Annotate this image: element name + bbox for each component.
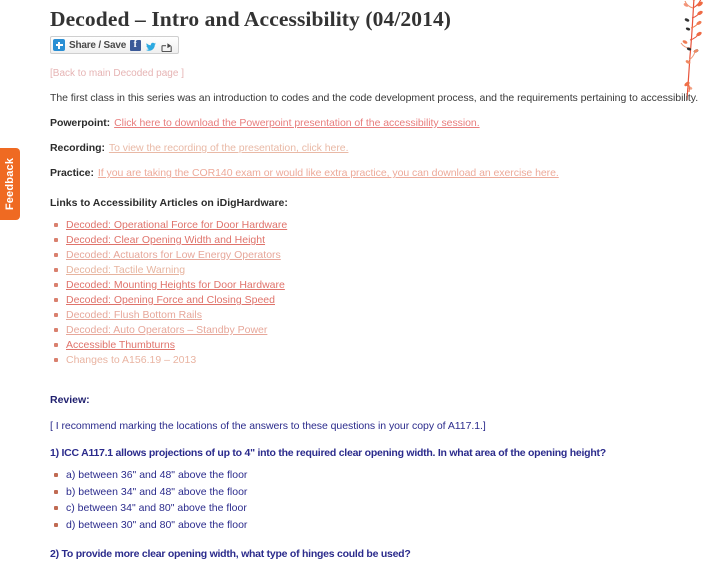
review-note: [ I recommend marking the locations of t…: [50, 420, 486, 432]
question-1-answers: a) between 36" and 48" above the floor b…: [50, 467, 670, 533]
question-1: 1) ICC A117.1 allows projections of up t…: [50, 447, 606, 459]
powerpoint-download-link[interactable]: Click here to download the Powerpoint pr…: [114, 117, 480, 129]
list-item[interactable]: Decoded: Flush Bottom Rails: [50, 308, 670, 323]
feedback-tab-label: Feedback: [4, 157, 16, 211]
slide-content: Decoded – Intro and Accessibility (04/20…: [50, 4, 699, 561]
back-to-main-decoded-link[interactable]: [Back to main Decoded page ]: [50, 67, 670, 80]
resource-row-powerpoint: Powerpoint: Click here to download the Po…: [50, 117, 670, 130]
share-save-bar[interactable]: Share / Save: [50, 36, 180, 54]
accessibility-articles-list: Decoded: Operational Force for Door Hard…: [50, 218, 670, 368]
resource-row-practice: Practice: If you are taking the COR140 ex…: [50, 167, 670, 180]
article-link[interactable]: Decoded: Mounting Heights for Door Hardw…: [66, 279, 285, 291]
list-item[interactable]: Accessible Thumbturns: [50, 338, 670, 353]
feedback-tab[interactable]: Feedback: [0, 148, 20, 220]
list-item: Changes to A156.19 – 2013: [50, 353, 670, 368]
answer-option-b[interactable]: b) between 34" and 48" above the floor: [50, 484, 670, 501]
article-link[interactable]: Decoded: Clear Opening Width and Height: [66, 234, 265, 246]
list-item[interactable]: Decoded: Mounting Heights for Door Hardw…: [50, 278, 670, 293]
plus-icon[interactable]: [53, 39, 65, 51]
practice-exercise-link[interactable]: If you are taking the COR140 exam or wou…: [98, 167, 559, 179]
resource-label-powerpoint: Powerpoint:: [50, 117, 111, 129]
share-save-label: Share / Save: [69, 39, 127, 51]
question-2: 2) To provide more clear opening width, …: [50, 548, 411, 560]
list-item[interactable]: Decoded: Tactile Warning: [50, 263, 670, 278]
share-arrow-icon[interactable]: [161, 40, 173, 52]
answer-option-d[interactable]: d) between 30" and 80" above the floor: [50, 517, 670, 534]
answer-option-a[interactable]: a) between 36" and 48" above the floor: [50, 467, 670, 484]
list-item[interactable]: Decoded: Actuators for Low Energy Operat…: [50, 248, 670, 263]
resource-label-recording: Recording:: [50, 142, 105, 154]
articles-heading: Links to Accessibility Articles on iDigH…: [50, 197, 288, 209]
resource-row-recording: Recording: To view the recording of the p…: [50, 142, 670, 155]
article-link[interactable]: Decoded: Opening Force and Closing Speed: [66, 294, 275, 306]
recording-link[interactable]: To view the recording of the presentatio…: [109, 142, 349, 154]
intro-paragraph: The first class in this series was an in…: [50, 92, 699, 104]
article-link[interactable]: Decoded: Actuators for Low Energy Operat…: [66, 249, 281, 261]
review-heading: Review:: [50, 394, 90, 406]
answer-option-c[interactable]: c) between 34" and 80" above the floor: [50, 500, 670, 517]
list-item[interactable]: Decoded: Operational Force for Door Hard…: [50, 218, 670, 233]
article-link[interactable]: Decoded: Auto Operators – Standby Power: [66, 324, 267, 336]
article-link[interactable]: Decoded: Operational Force for Door Hard…: [66, 219, 287, 231]
facebook-icon[interactable]: [130, 39, 142, 51]
list-item[interactable]: Decoded: Clear Opening Width and Height: [50, 233, 670, 248]
twitter-icon[interactable]: [145, 40, 157, 51]
article-link[interactable]: Decoded: Flush Bottom Rails: [66, 309, 202, 321]
slide-canvas: Feedback Decoded – Intro and Accessibili…: [0, 0, 720, 560]
page-title: Decoded – Intro and Accessibility (04/20…: [50, 7, 452, 31]
resource-label-practice: Practice:: [50, 167, 94, 179]
list-item[interactable]: Decoded: Opening Force and Closing Speed: [50, 293, 670, 308]
list-item[interactable]: Decoded: Auto Operators – Standby Power: [50, 323, 670, 338]
article-link[interactable]: Accessible Thumbturns: [66, 339, 175, 351]
article-link[interactable]: Decoded: Tactile Warning: [66, 264, 185, 276]
